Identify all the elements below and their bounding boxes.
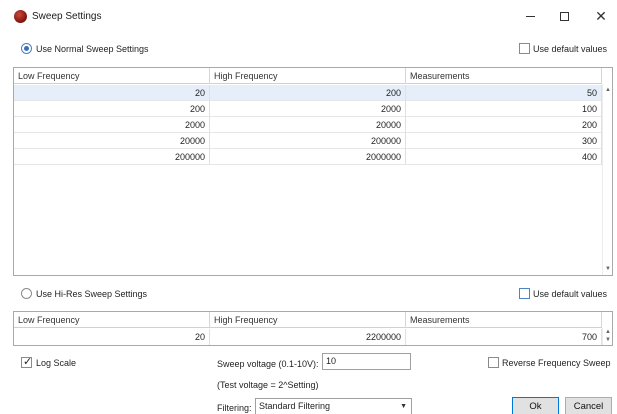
- table-row[interactable]: 200 2000 100: [14, 101, 602, 117]
- chevron-down-icon: ▼: [400, 403, 407, 410]
- column-header-low-frequency[interactable]: Low Frequency: [14, 68, 210, 84]
- title-bar: Sweep Settings ✕: [0, 0, 617, 34]
- cell-measurements[interactable]: 200: [406, 117, 602, 133]
- cell-low-frequency[interactable]: 20: [14, 85, 210, 101]
- cell-high-frequency[interactable]: 2000000: [210, 149, 406, 165]
- minimize-icon: [525, 15, 535, 17]
- cancel-button[interactable]: Cancel: [565, 397, 612, 414]
- normal-table-scrollbar[interactable]: ▲ ▼: [602, 84, 612, 275]
- maximize-button[interactable]: [552, 6, 576, 26]
- column-header-high-frequency[interactable]: High Frequency: [210, 312, 406, 328]
- cell-measurements[interactable]: 400: [406, 149, 602, 165]
- cell-measurements[interactable]: 300: [406, 133, 602, 149]
- app-icon: [14, 10, 27, 23]
- reverse-sweep-label: Reverse Frequency Sweep: [502, 358, 611, 368]
- log-scale-label: Log Scale: [36, 358, 77, 368]
- table-row[interactable]: 20 200 50: [14, 85, 602, 101]
- scroll-up-icon[interactable]: ▲: [604, 329, 612, 336]
- table-row[interactable]: 2000 20000 200: [14, 117, 602, 133]
- cell-high-frequency[interactable]: 200000: [210, 133, 406, 149]
- column-header-measurements[interactable]: Measurements: [406, 68, 602, 84]
- scroll-down-icon[interactable]: ▼: [604, 265, 612, 273]
- close-icon: ✕: [595, 7, 607, 24]
- ok-button[interactable]: Ok: [512, 397, 559, 414]
- hires-sweep-radio[interactable]: [21, 288, 32, 299]
- filtering-select[interactable]: Standard Filtering ▼: [255, 398, 412, 414]
- cell-measurements[interactable]: 50: [406, 85, 602, 101]
- column-header-low-frequency[interactable]: Low Frequency: [14, 312, 210, 328]
- log-scale-checkbox[interactable]: ✓: [21, 356, 33, 368]
- minimize-button[interactable]: [518, 6, 542, 26]
- sweep-voltage-input[interactable]: 10: [322, 353, 411, 370]
- cell-low-frequency[interactable]: 20: [14, 329, 210, 345]
- cell-low-frequency[interactable]: 2000: [14, 117, 210, 133]
- test-voltage-note: (Test voltage = 2^Setting): [217, 380, 319, 390]
- hires-table-scrollbar[interactable]: ▲ ▼: [602, 328, 612, 345]
- hires-sweep-label: Use Hi-Res Sweep Settings: [36, 289, 148, 299]
- cell-measurements[interactable]: 700: [406, 329, 602, 345]
- hires-sweep-table: Low Frequency High Frequency Measurement…: [13, 311, 613, 346]
- cell-high-frequency[interactable]: 20000: [210, 117, 406, 133]
- hires-table-header: Low Frequency High Frequency Measurement…: [14, 312, 602, 328]
- cell-low-frequency[interactable]: 20000: [14, 133, 210, 149]
- normal-default-checkbox[interactable]: [519, 43, 530, 54]
- normal-sweep-table: Low Frequency High Frequency Measurement…: [13, 67, 613, 276]
- scroll-down-icon[interactable]: ▼: [604, 337, 612, 344]
- normal-sweep-label: Use Normal Sweep Settings: [36, 44, 149, 54]
- normal-default-label: Use default values: [533, 44, 608, 54]
- cell-low-frequency[interactable]: 200: [14, 101, 210, 117]
- checkmark-icon: ✓: [23, 356, 33, 368]
- scroll-up-icon[interactable]: ▲: [604, 86, 612, 94]
- hires-default-label: Use default values: [533, 289, 608, 299]
- column-header-measurements[interactable]: Measurements: [406, 312, 602, 328]
- cell-measurements[interactable]: 100: [406, 101, 602, 117]
- table-row[interactable]: 20000 200000 300: [14, 133, 602, 149]
- normal-sweep-radio[interactable]: [21, 43, 32, 54]
- hires-default-checkbox[interactable]: [519, 288, 530, 299]
- reverse-sweep-checkbox[interactable]: [488, 357, 499, 368]
- close-button[interactable]: ✕: [589, 6, 613, 26]
- maximize-icon: [559, 11, 569, 21]
- table-row[interactable]: 20 2200000 700: [14, 329, 602, 345]
- cell-high-frequency[interactable]: 2200000: [210, 329, 406, 345]
- table-row[interactable]: 200000 2000000 400: [14, 149, 602, 165]
- filtering-label: Filtering:: [217, 403, 252, 413]
- cell-high-frequency[interactable]: 200: [210, 85, 406, 101]
- sweep-voltage-label: Sweep voltage (0.1-10V):: [217, 359, 319, 369]
- filtering-value: Standard Filtering: [259, 401, 331, 411]
- window-title: Sweep Settings: [32, 11, 102, 22]
- column-header-high-frequency[interactable]: High Frequency: [210, 68, 406, 84]
- cell-high-frequency[interactable]: 2000: [210, 101, 406, 117]
- cell-low-frequency[interactable]: 200000: [14, 149, 210, 165]
- normal-table-header: Low Frequency High Frequency Measurement…: [14, 68, 602, 84]
